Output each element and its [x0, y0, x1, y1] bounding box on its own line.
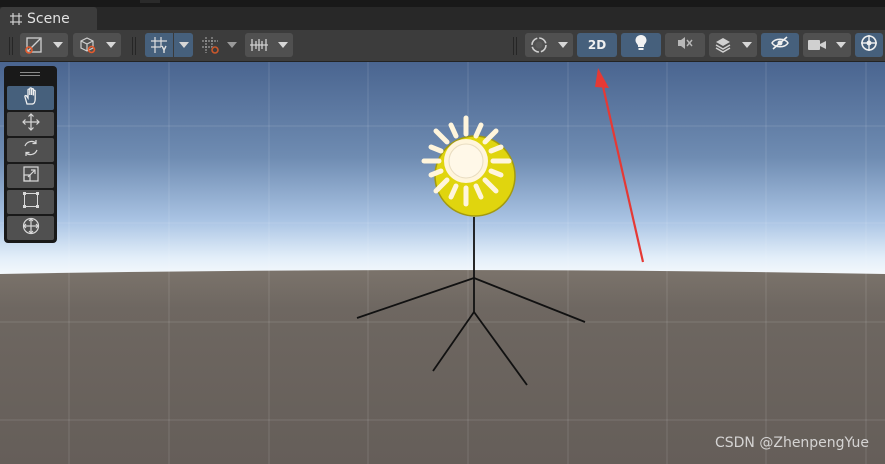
transform-icon	[21, 216, 41, 240]
scene-viewport[interactable]	[0, 62, 885, 464]
layers-icon	[709, 33, 737, 57]
window-top-strip	[0, 0, 885, 7]
chevron-down-icon	[53, 42, 63, 48]
effects-dropdown[interactable]	[737, 33, 757, 57]
2d-toggle-button[interactable]: 2D	[577, 33, 617, 57]
draw-mode-dropdown[interactable]	[48, 33, 68, 57]
eye-slash-icon	[770, 35, 790, 55]
shading-mode-dropdown[interactable]	[101, 33, 121, 57]
grid-icon	[9, 12, 23, 26]
shading-mode-button[interactable]	[73, 33, 121, 57]
ruler-icon	[245, 33, 273, 57]
toolbar-grip[interactable]	[132, 37, 138, 55]
scale-icon	[21, 164, 41, 188]
transform-tool[interactable]	[7, 216, 54, 240]
render-mode-dropdown[interactable]	[553, 33, 573, 57]
grid-visibility-button[interactable]	[245, 33, 293, 57]
chevron-down-icon	[278, 42, 288, 48]
draw-mode-button[interactable]	[20, 33, 68, 57]
tools-overlay	[4, 66, 57, 243]
rotate-icon	[21, 138, 41, 162]
grid-snap-button[interactable]	[145, 33, 193, 57]
snap-increment-dropdown[interactable]	[223, 33, 241, 57]
rect-transform-icon	[21, 190, 41, 214]
lightbulb-icon	[634, 34, 648, 56]
chevron-down-icon	[836, 42, 846, 48]
tab-scene-label: Scene	[27, 10, 70, 27]
scale-tool[interactable]	[7, 164, 54, 188]
hand-tool[interactable]	[7, 86, 54, 110]
rect-tool[interactable]	[7, 190, 54, 214]
speaker-muted-icon	[676, 35, 694, 55]
chevron-down-icon	[742, 42, 752, 48]
sun-icon[interactable]	[421, 115, 512, 207]
scene-toolbar: 2D	[0, 30, 885, 62]
chevron-down-icon	[178, 42, 189, 48]
effects-button[interactable]	[709, 33, 757, 57]
watermark-text: CSDN @ZhenpengYue	[714, 435, 869, 451]
audio-toggle-button[interactable]	[665, 33, 705, 57]
2d-toggle-label: 2D	[587, 38, 607, 52]
tab-bar: Scene	[0, 7, 885, 30]
overlay-drag-handle[interactable]	[20, 72, 40, 76]
draw-mode-icon	[20, 33, 48, 57]
move-arrows-icon	[21, 112, 41, 136]
grid-visibility-dropdown[interactable]	[273, 33, 293, 57]
gizmo-icon	[860, 34, 878, 56]
lighting-toggle-button[interactable]	[621, 33, 661, 57]
top-strip-nub	[140, 0, 160, 3]
gizmos-button[interactable]	[855, 33, 883, 57]
cube-icon	[73, 33, 101, 57]
grid-snap-icon	[145, 33, 173, 57]
sphere-icon	[525, 33, 553, 57]
toolbar-grip[interactable]	[9, 37, 15, 55]
tab-scene[interactable]: Scene	[0, 7, 97, 30]
chevron-down-icon	[106, 42, 116, 48]
hand-icon	[21, 86, 41, 110]
move-tool[interactable]	[7, 112, 54, 136]
scene-background	[0, 62, 885, 464]
render-mode-button[interactable]	[525, 33, 573, 57]
camera-icon	[803, 33, 831, 57]
toolbar-grip[interactable]	[513, 37, 519, 55]
chevron-down-icon	[558, 42, 568, 48]
camera-dropdown[interactable]	[831, 33, 851, 57]
rotate-tool[interactable]	[7, 138, 54, 162]
scene-visibility-button[interactable]	[761, 33, 799, 57]
camera-button[interactable]	[803, 33, 851, 57]
snap-increment-icon	[197, 33, 223, 57]
snap-increment-button[interactable]	[197, 33, 241, 57]
grid-snap-dropdown[interactable]	[174, 33, 193, 57]
chevron-down-icon	[227, 42, 237, 48]
